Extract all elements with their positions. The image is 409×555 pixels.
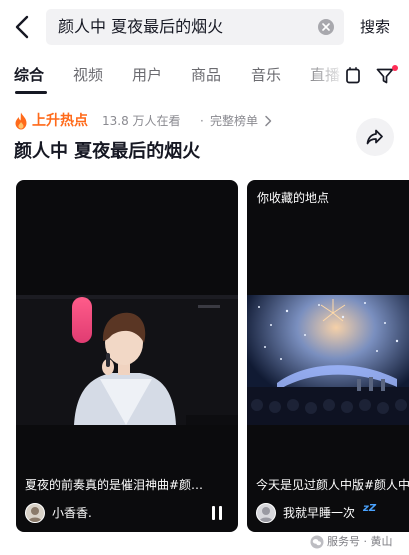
search-query: 颜人中 夏夜最后的烟火 <box>58 17 224 36</box>
filter-badge-dot <box>392 65 398 71</box>
avatar[interactable] <box>256 503 276 523</box>
author-name[interactable]: 我就早睡一次 <box>283 505 355 521</box>
share-button[interactable] <box>356 118 394 156</box>
tab-music[interactable]: 音乐 <box>251 65 281 85</box>
wechat-icon <box>310 535 324 549</box>
search-header: 颜人中 夏夜最后的烟火 搜索 <box>0 0 409 54</box>
video-thumbnail <box>16 295 238 425</box>
author-name[interactable]: 小香香. <box>52 505 92 521</box>
viewer-count: 13.8 万人在看 <box>102 114 181 128</box>
full-list-link[interactable]: 完整榜单 <box>210 113 258 129</box>
chevron-left-icon <box>15 15 29 39</box>
pause-icon[interactable] <box>211 506 223 520</box>
tab-products[interactable]: 商品 <box>191 65 221 85</box>
avatar[interactable] <box>25 503 45 523</box>
search-submit-button[interactable]: 搜索 <box>360 17 390 37</box>
topic-title: 颜人中 夏夜最后的烟火 <box>14 141 201 162</box>
back-button[interactable] <box>10 14 36 40</box>
video-card[interactable]: 夏夜的前奏真的是催泪神曲#颜… 小香香. <box>16 180 238 532</box>
search-input[interactable]: 颜人中 夏夜最后的烟火 <box>46 9 344 45</box>
search-result-tabs: 综合 视频 用户 商品 音乐 直播 <box>0 54 409 98</box>
layout-toggle-icon <box>346 67 360 84</box>
hot-label: 上升热点 <box>32 113 88 129</box>
separator-dot: · <box>200 114 204 128</box>
video-caption: 今天是见过颜人中版#颜人中 <box>256 478 409 492</box>
clear-search-button[interactable] <box>318 19 334 35</box>
layout-toggle-button[interactable] <box>343 66 363 86</box>
clear-circle-icon <box>322 23 330 31</box>
tab-videos[interactable]: 视频 <box>73 65 103 85</box>
share-arrow-icon <box>366 129 383 145</box>
saved-place-label: 你收藏的地点 <box>257 191 330 205</box>
active-tab-indicator <box>15 91 47 94</box>
tab-users[interactable]: 用户 <box>132 65 162 85</box>
watermark-text: 服务号 · 黄山 <box>327 535 393 548</box>
video-caption: 夏夜的前奏真的是催泪神曲#颜… <box>25 478 204 492</box>
video-card[interactable]: 你收藏的地点 今天是见过颜人中版#颜人中 我就早睡一次 zZ <box>247 180 409 532</box>
fire-icon <box>15 112 27 130</box>
sleep-emoji: zZ <box>363 503 377 514</box>
tab-all[interactable]: 综合 <box>14 65 44 85</box>
video-thumbnail <box>247 295 409 425</box>
chevron-right-icon <box>265 115 272 127</box>
